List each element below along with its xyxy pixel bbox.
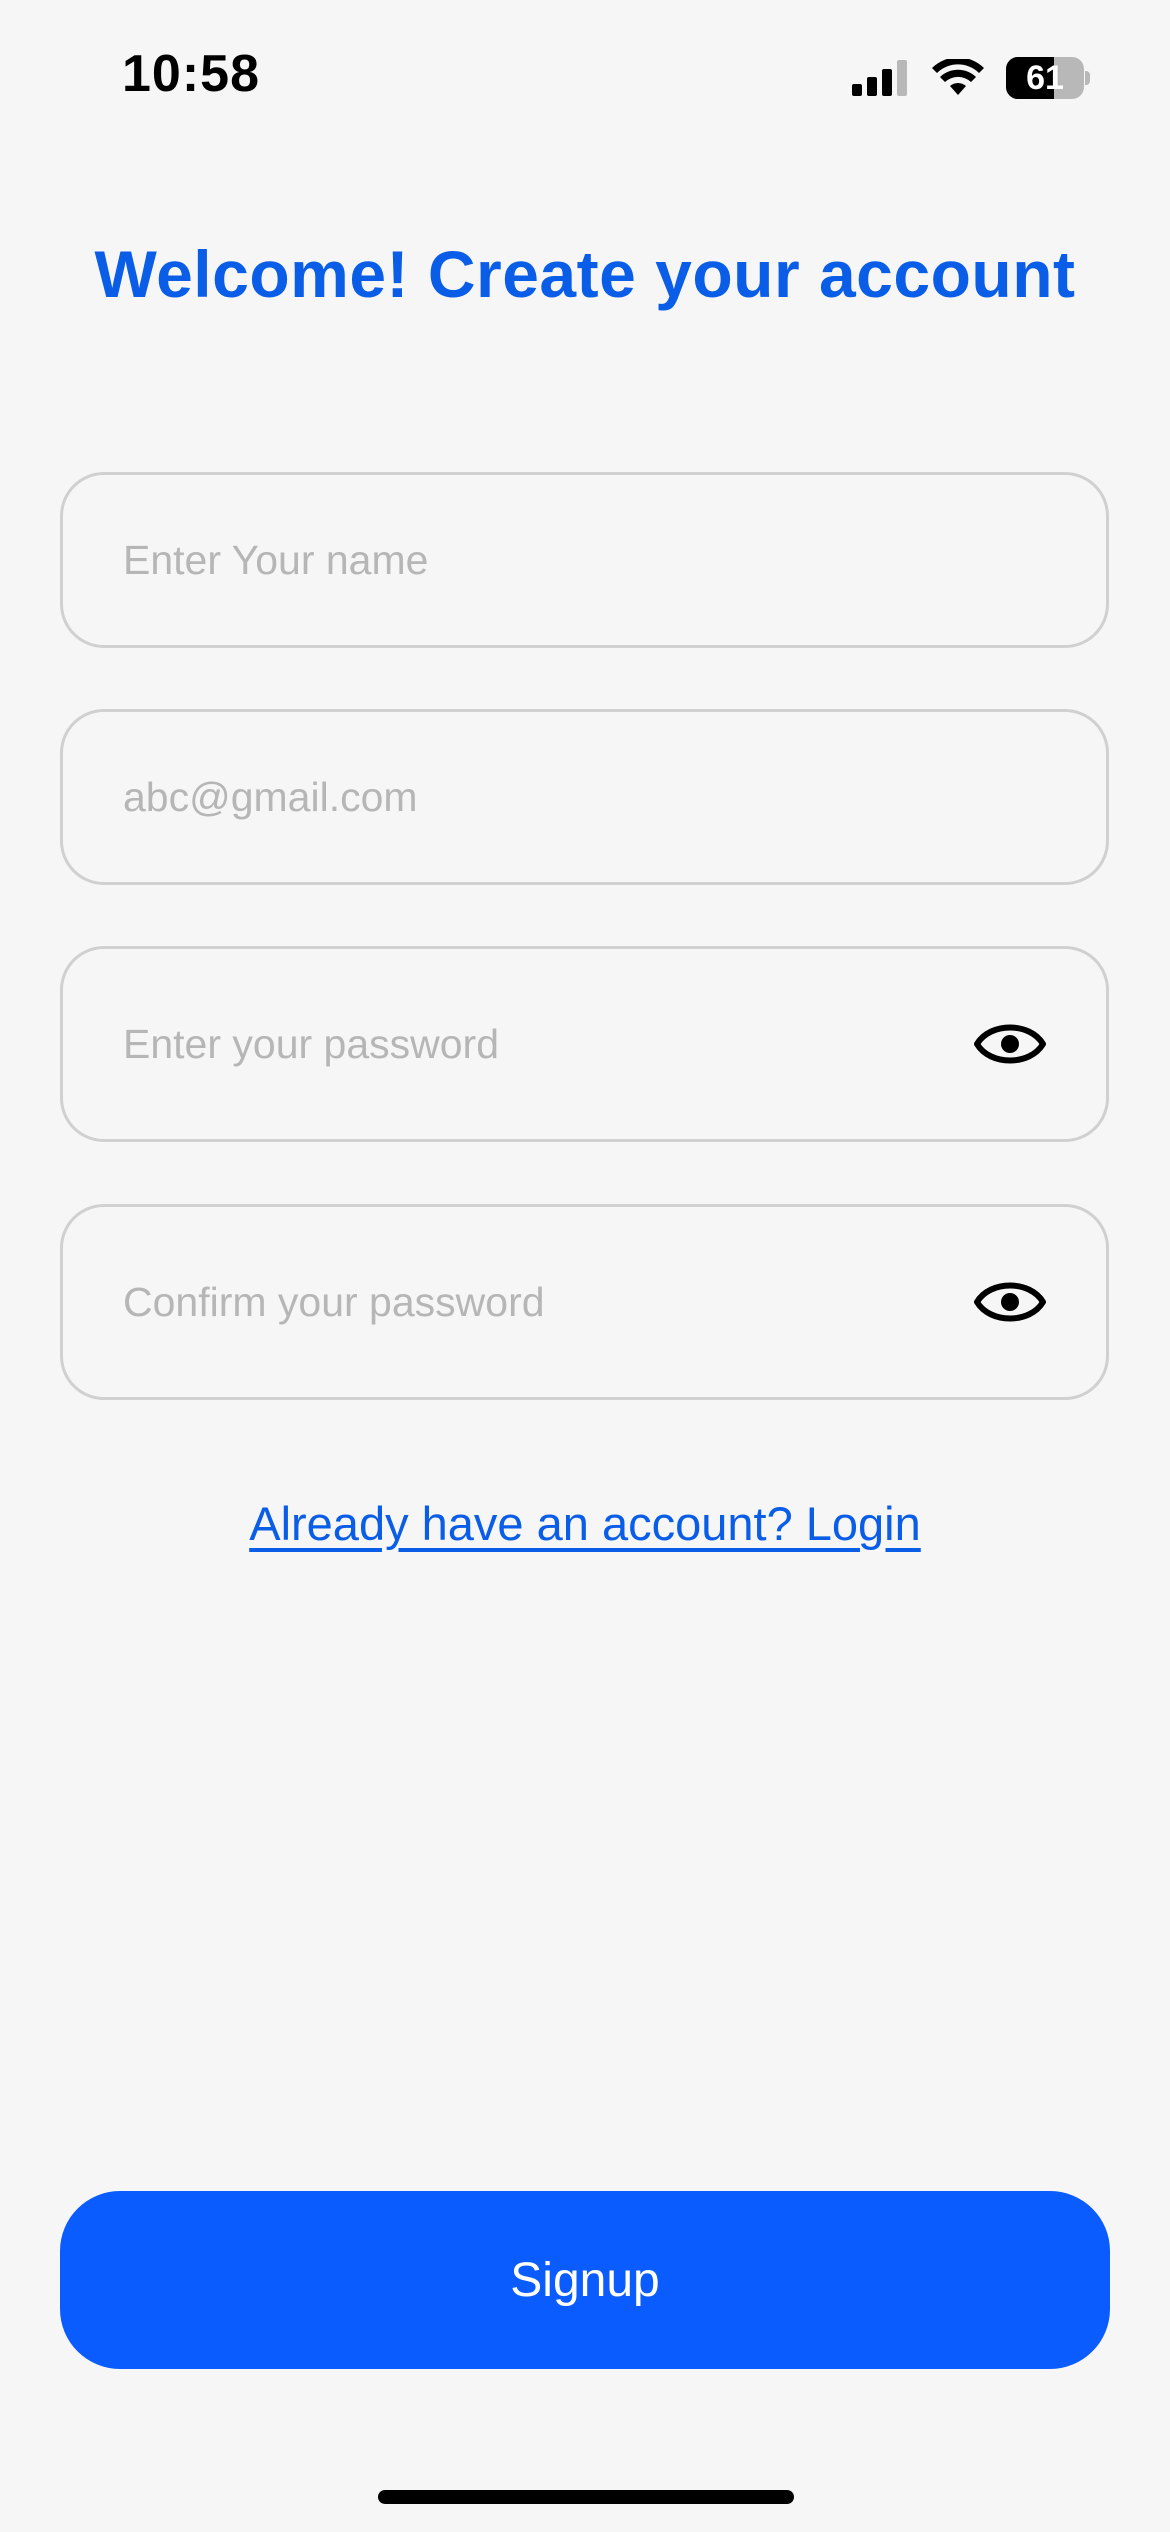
status-icons: 61 bbox=[852, 56, 1090, 100]
battery-level: 61 bbox=[1026, 59, 1064, 97]
name-input[interactable] bbox=[123, 536, 943, 584]
eye-icon[interactable] bbox=[974, 1270, 1046, 1334]
confirm-password-input[interactable] bbox=[123, 1278, 943, 1326]
eye-icon[interactable] bbox=[974, 1012, 1046, 1076]
signal-icon bbox=[852, 60, 907, 96]
home-indicator bbox=[378, 2490, 794, 2504]
status-bar: 10:58 61 bbox=[0, 0, 1170, 150]
name-field[interactable] bbox=[60, 472, 1109, 648]
battery-icon: 61 bbox=[1006, 57, 1090, 99]
password-input[interactable] bbox=[123, 1020, 943, 1068]
status-time: 10:58 bbox=[122, 45, 260, 103]
email-field[interactable] bbox=[60, 709, 1109, 885]
login-link[interactable]: Already have an account? Login bbox=[0, 1496, 1170, 1551]
confirm-password-field[interactable] bbox=[60, 1204, 1109, 1400]
page-title: Welcome! Create your account bbox=[94, 237, 1076, 311]
signup-button[interactable]: Signup bbox=[60, 2191, 1110, 2369]
password-field[interactable] bbox=[60, 946, 1109, 1142]
wifi-icon bbox=[932, 59, 984, 95]
email-input[interactable] bbox=[123, 773, 943, 821]
